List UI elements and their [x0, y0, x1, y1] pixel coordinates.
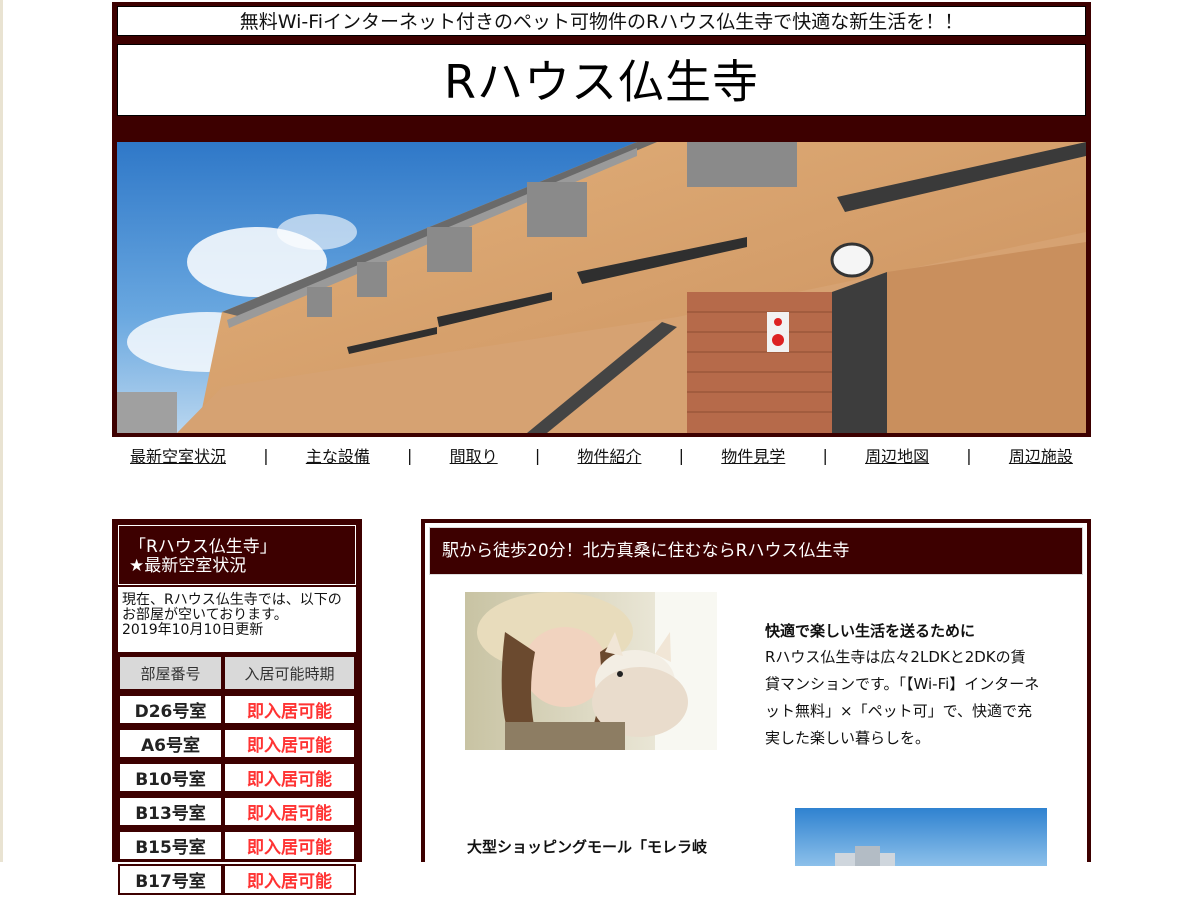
nav-nearby[interactable]: 周辺施設 [1009, 443, 1073, 467]
page-header: 無料Wi-Fiインターネット付きのペット可物件のRハウス仏生寺で快適な新生活を！… [112, 2, 1091, 469]
shopping-mall-photo [795, 808, 1047, 866]
availability-status: 即入居可能 [223, 728, 356, 759]
nav-property-intro[interactable]: 物件紹介 [577, 443, 641, 467]
nav-separator: | [407, 445, 413, 465]
room-number: B10号室 [118, 762, 223, 793]
nav-map[interactable]: 周辺地図 [865, 443, 929, 467]
shop-title: 大型ショッピングモール「モレラ岐 [467, 838, 708, 856]
nav-separator: | [822, 445, 828, 465]
room-number: B17号室 [118, 864, 223, 895]
sidebar-body: 現在、Rハウス仏生寺では、以下のお部屋が空いております。 2019年10月10日… [118, 587, 356, 652]
table-row: B17号室 即入居可能 [118, 864, 356, 895]
nav-vacancy[interactable]: 最新空室状況 [130, 443, 226, 467]
main-heading: 駅から徒歩20分！北方真桑に住むならRハウス仏生寺 [429, 527, 1083, 575]
hero-banner [112, 142, 1091, 437]
vacancy-sidebar: 「Rハウス仏生寺」 ★最新空室状況 現在、Rハウス仏生寺では、以下のお部屋が空い… [112, 519, 362, 895]
main-nav: 最新空室状況 | 主な設備 | 間取り | 物件紹介 | 物件見学 | 周辺地図… [112, 441, 1091, 469]
nav-floorplan[interactable]: 間取り [450, 443, 498, 467]
column-header-room: 部屋番号 [118, 655, 223, 691]
room-number: A6号室 [118, 728, 223, 759]
sidebar-heading-line1: 「Rハウス仏生寺」 [129, 537, 277, 557]
table-row: A6号室 即入居可能 [118, 728, 356, 759]
intro-text: Rハウス仏生寺は広々2LDKと2DKの賃貸マンションです。「【Wi-Fi】インタ… [765, 648, 1040, 747]
availability-status: 即入居可能 [223, 864, 356, 895]
updated-date: 2019年10月10日更新 [122, 622, 264, 638]
header-frame: 無料Wi-Fiインターネット付きのペット可物件のRハウス仏生寺で快適な新生活を！… [112, 2, 1091, 142]
sidebar-heading: 「Rハウス仏生寺」 ★最新空室状況 [118, 525, 356, 585]
availability-status: 即入居可能 [223, 694, 356, 725]
table-header-row: 部屋番号 入居可能時期 [118, 655, 356, 691]
tagline: 無料Wi-Fiインターネット付きのペット可物件のRハウス仏生寺で快適な新生活を！… [117, 6, 1086, 36]
availability-status: 即入居可能 [223, 762, 356, 793]
table-row: B15号室 即入居可能 [118, 830, 356, 861]
availability-status: 即入居可能 [223, 830, 356, 861]
vacancy-description: 現在、Rハウス仏生寺では、以下のお部屋が空いております。 [122, 592, 342, 623]
table-row: B10号室 即入居可能 [118, 762, 356, 793]
intro-title: 快適で楽しい生活を送るために [765, 622, 976, 640]
woman-with-dog-photo [465, 592, 717, 750]
vacancy-table: 部屋番号 入居可能時期 D26号室 即入居可能 A6号室 即入居可能 B10号室… [118, 652, 356, 898]
nav-separator: | [678, 445, 685, 465]
building-photo [117, 142, 1086, 433]
nav-viewing[interactable]: 物件見学 [721, 443, 785, 467]
window-edge [0, 0, 3, 862]
room-number: B13号室 [118, 796, 223, 827]
nav-separator: | [966, 445, 972, 465]
main-content: 駅から徒歩20分！北方真桑に住むならRハウス仏生寺 快適で楽しい生活を送るために… [421, 519, 1091, 866]
availability-status: 即入居可能 [223, 796, 356, 827]
column-header-availability: 入居可能時期 [223, 655, 356, 691]
room-number: D26号室 [118, 694, 223, 725]
table-row: D26号室 即入居可能 [118, 694, 356, 725]
table-row: B13号室 即入居可能 [118, 796, 356, 827]
site-title[interactable]: Rハウス仏生寺 [117, 44, 1086, 116]
room-number: B15号室 [118, 830, 223, 861]
nav-facilities[interactable]: 主な設備 [306, 443, 370, 467]
sidebar-heading-line2: ★最新空室状況 [129, 556, 247, 576]
nav-separator: | [534, 445, 541, 465]
nav-separator: | [263, 445, 269, 465]
